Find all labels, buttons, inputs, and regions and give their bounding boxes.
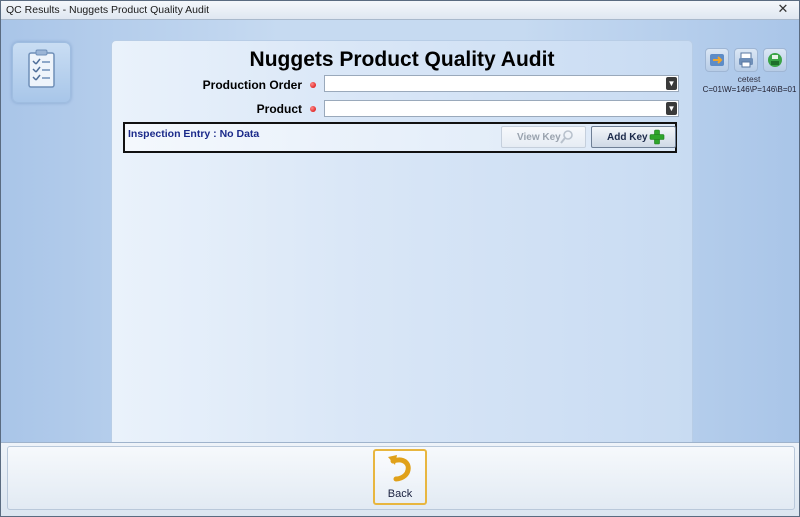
- app-window: QC Results - Nuggets Product Quality Aud…: [0, 0, 800, 517]
- print-icon-graphic: [739, 52, 753, 68]
- window-title: QC Results - Nuggets Product Quality Aud…: [6, 4, 210, 16]
- workspace: Nuggets Product Quality Audit Production…: [1, 20, 799, 460]
- back-button[interactable]: Back: [373, 449, 427, 505]
- required-indicator-icon: [310, 82, 316, 88]
- close-button[interactable]: ✕: [773, 2, 793, 16]
- magnifier-icon: [560, 130, 573, 144]
- view-key-label: View Key: [517, 132, 561, 143]
- bottom-toolbar: Back: [1, 442, 799, 516]
- form-panel: Nuggets Product Quality Audit Production…: [111, 40, 693, 460]
- product-dropdown[interactable]: ▼: [324, 100, 679, 117]
- add-key-label: Add Key: [607, 132, 648, 143]
- product-label: Product: [256, 102, 302, 116]
- chevron-down-icon[interactable]: ▼: [666, 77, 677, 90]
- print-icon[interactable]: [734, 48, 758, 72]
- production-order-label: Production Order: [202, 78, 302, 92]
- title-bar: QC Results - Nuggets Product Quality Aud…: [1, 1, 799, 20]
- clipboard-icon-graphic: [28, 49, 55, 88]
- view-key-button[interactable]: View Key: [501, 126, 586, 148]
- user-name: cetest: [737, 74, 761, 84]
- save-icon[interactable]: [763, 48, 787, 72]
- save-icon-graphic: [768, 53, 782, 67]
- inspection-status: Inspection Entry : No Data: [128, 128, 260, 140]
- transfer-icon-graphic: [710, 54, 724, 66]
- add-key-button[interactable]: Add Key: [591, 126, 676, 148]
- transfer-icon[interactable]: [705, 48, 729, 72]
- user-location-path: C=01\W=146\P=146\B=01: [702, 85, 797, 94]
- back-arrow-icon: [388, 455, 411, 482]
- clipboard-checklist-icon[interactable]: [12, 42, 71, 103]
- required-indicator-icon: [310, 106, 316, 112]
- back-label: Back: [387, 488, 413, 500]
- page-title: Nuggets Product Quality Audit: [249, 48, 555, 71]
- production-order-dropdown[interactable]: ▼: [324, 75, 679, 92]
- inspection-entry-panel: Inspection Entry : No Data View Key Add …: [123, 122, 677, 153]
- user-toolbar: cetest C=01\W=146\P=146\B=01: [703, 48, 796, 108]
- plus-icon: [649, 129, 665, 145]
- chevron-down-icon[interactable]: ▼: [666, 102, 677, 115]
